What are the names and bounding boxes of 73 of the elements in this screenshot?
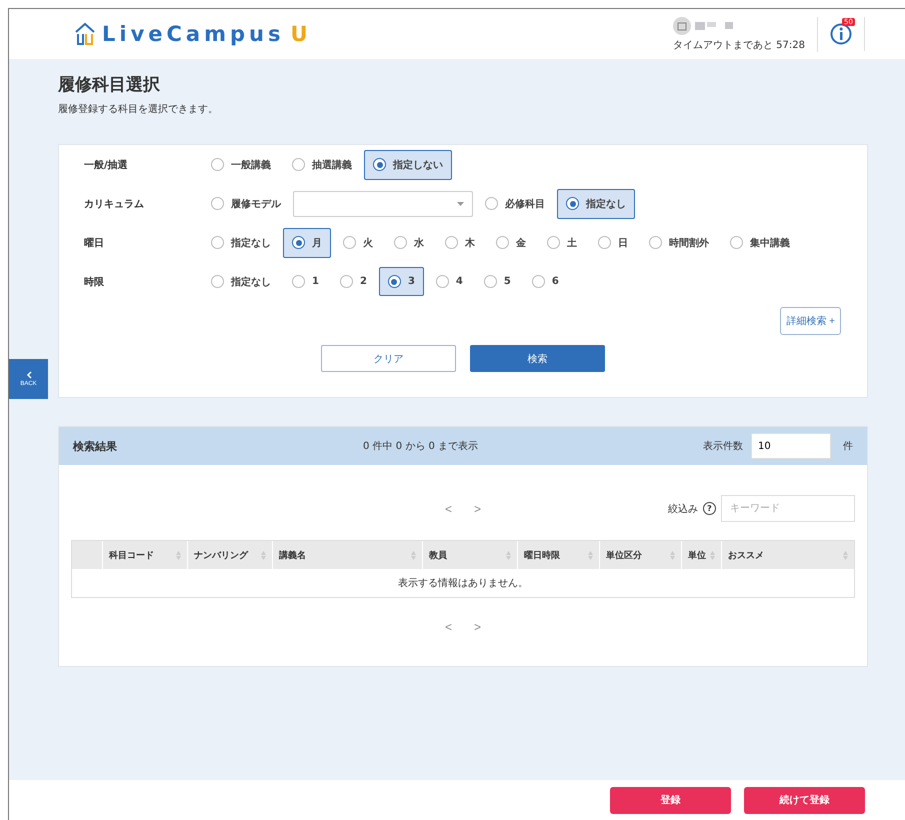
results-title: 検索結果: [73, 438, 118, 454]
next-page-button[interactable]: >: [470, 618, 486, 636]
radio-option[interactable]: 金: [487, 228, 535, 258]
radio-option[interactable]: 一般講義: [202, 150, 280, 180]
sort-icon[interactable]: [506, 550, 511, 560]
filter-label: カリキュラム: [84, 198, 145, 210]
radio-option[interactable]: 日: [589, 228, 637, 258]
previous-page-button[interactable]: <: [440, 500, 456, 518]
column-header[interactable]: おススメ: [728, 548, 764, 562]
column-header[interactable]: 教員: [429, 548, 447, 562]
results-summary: 0 件中 0 から 0 まで表示: [363, 440, 479, 453]
radio-option[interactable]: 木: [436, 228, 484, 258]
empty-message: 表示する情報はありません。: [398, 576, 528, 590]
radio-option[interactable]: 4: [426, 267, 472, 296]
sort-icon[interactable]: [588, 550, 593, 560]
radio-option[interactable]: 5: [474, 267, 520, 296]
sort-icon[interactable]: [710, 550, 715, 560]
radio-option[interactable]: 土: [538, 228, 586, 258]
radio-option[interactable]: 6: [522, 267, 568, 296]
radio-option[interactable]: 指定なし: [202, 266, 280, 296]
radio-option[interactable]: 抽選講義: [283, 150, 361, 180]
radio-option[interactable]: 1: [283, 267, 328, 296]
filter-label: 時限: [84, 276, 105, 288]
sort-icon[interactable]: [843, 550, 848, 560]
search-button[interactable]: 検索: [470, 345, 605, 372]
column-header[interactable]: 科目コード: [109, 548, 154, 562]
house-logo-icon: [74, 22, 96, 46]
keyword-field[interactable]: キーワード: [721, 495, 855, 522]
filter-label: 曜日: [84, 236, 105, 250]
per-page-unit: 件: [843, 440, 853, 453]
radio-option[interactable]: 指定なし: [202, 228, 280, 258]
radio-option[interactable]: 2: [330, 267, 376, 296]
radio-option[interactable]: 指定しない: [364, 150, 452, 180]
next-page-button[interactable]: >: [470, 500, 486, 518]
page-subtitle: 履修登録する科目を選択できます。: [58, 102, 219, 116]
radio-option[interactable]: 指定なし: [557, 188, 635, 218]
sort-icon[interactable]: [176, 550, 181, 560]
radio-option[interactable]: 3: [378, 267, 424, 296]
column-header[interactable]: 単位区分: [606, 548, 642, 562]
dropdown-field[interactable]: [293, 190, 473, 216]
caret-icon: [457, 202, 464, 206]
logo-text: LiveCampus: [102, 22, 284, 46]
per-page-field[interactable]: 10: [751, 433, 831, 459]
radio-option[interactable]: 集中講義: [721, 228, 799, 258]
filter-label: 一般/抽選: [84, 158, 129, 172]
blurred-name-drawing: [695, 20, 735, 30]
previous-page-button[interactable]: <: [440, 618, 456, 636]
radio-option[interactable]: 火: [334, 228, 382, 258]
timeout-text: タイムアウトまであと 57:28: [673, 38, 805, 52]
filter-label: 絞込み: [668, 502, 698, 516]
radio-option[interactable]: 履修モデル: [202, 188, 290, 218]
column-header[interactable]: 曜日時限: [524, 548, 560, 562]
radio-option[interactable]: 月: [283, 228, 331, 258]
column-header[interactable]: 講義名: [279, 548, 306, 562]
page-title: 履修科目選択: [58, 74, 161, 96]
logo-letter: U: [290, 22, 308, 46]
sort-icon[interactable]: [670, 550, 675, 560]
per-page-label: 表示件数: [703, 440, 743, 453]
help-icon[interactable]: ?: [703, 502, 716, 515]
info-icon: [830, 23, 852, 45]
sort-icon[interactable]: [261, 550, 266, 560]
register-button[interactable]: 続けて登録: [744, 786, 865, 814]
radio-option[interactable]: 必修科目: [476, 188, 554, 218]
avatar-icon: [673, 16, 691, 34]
sort-icon[interactable]: [411, 550, 416, 560]
column-header[interactable]: 単位: [688, 548, 706, 562]
chevron-left-icon: [26, 371, 32, 379]
column-header[interactable]: ナンバリング: [194, 548, 248, 562]
clear-button[interactable]: クリア: [321, 345, 456, 372]
advanced-search-button[interactable]: 詳細検索 +: [780, 307, 841, 335]
radio-option[interactable]: 時間割外: [640, 228, 718, 258]
register-button[interactable]: 登録: [610, 786, 731, 814]
radio-option[interactable]: 水: [385, 228, 433, 258]
